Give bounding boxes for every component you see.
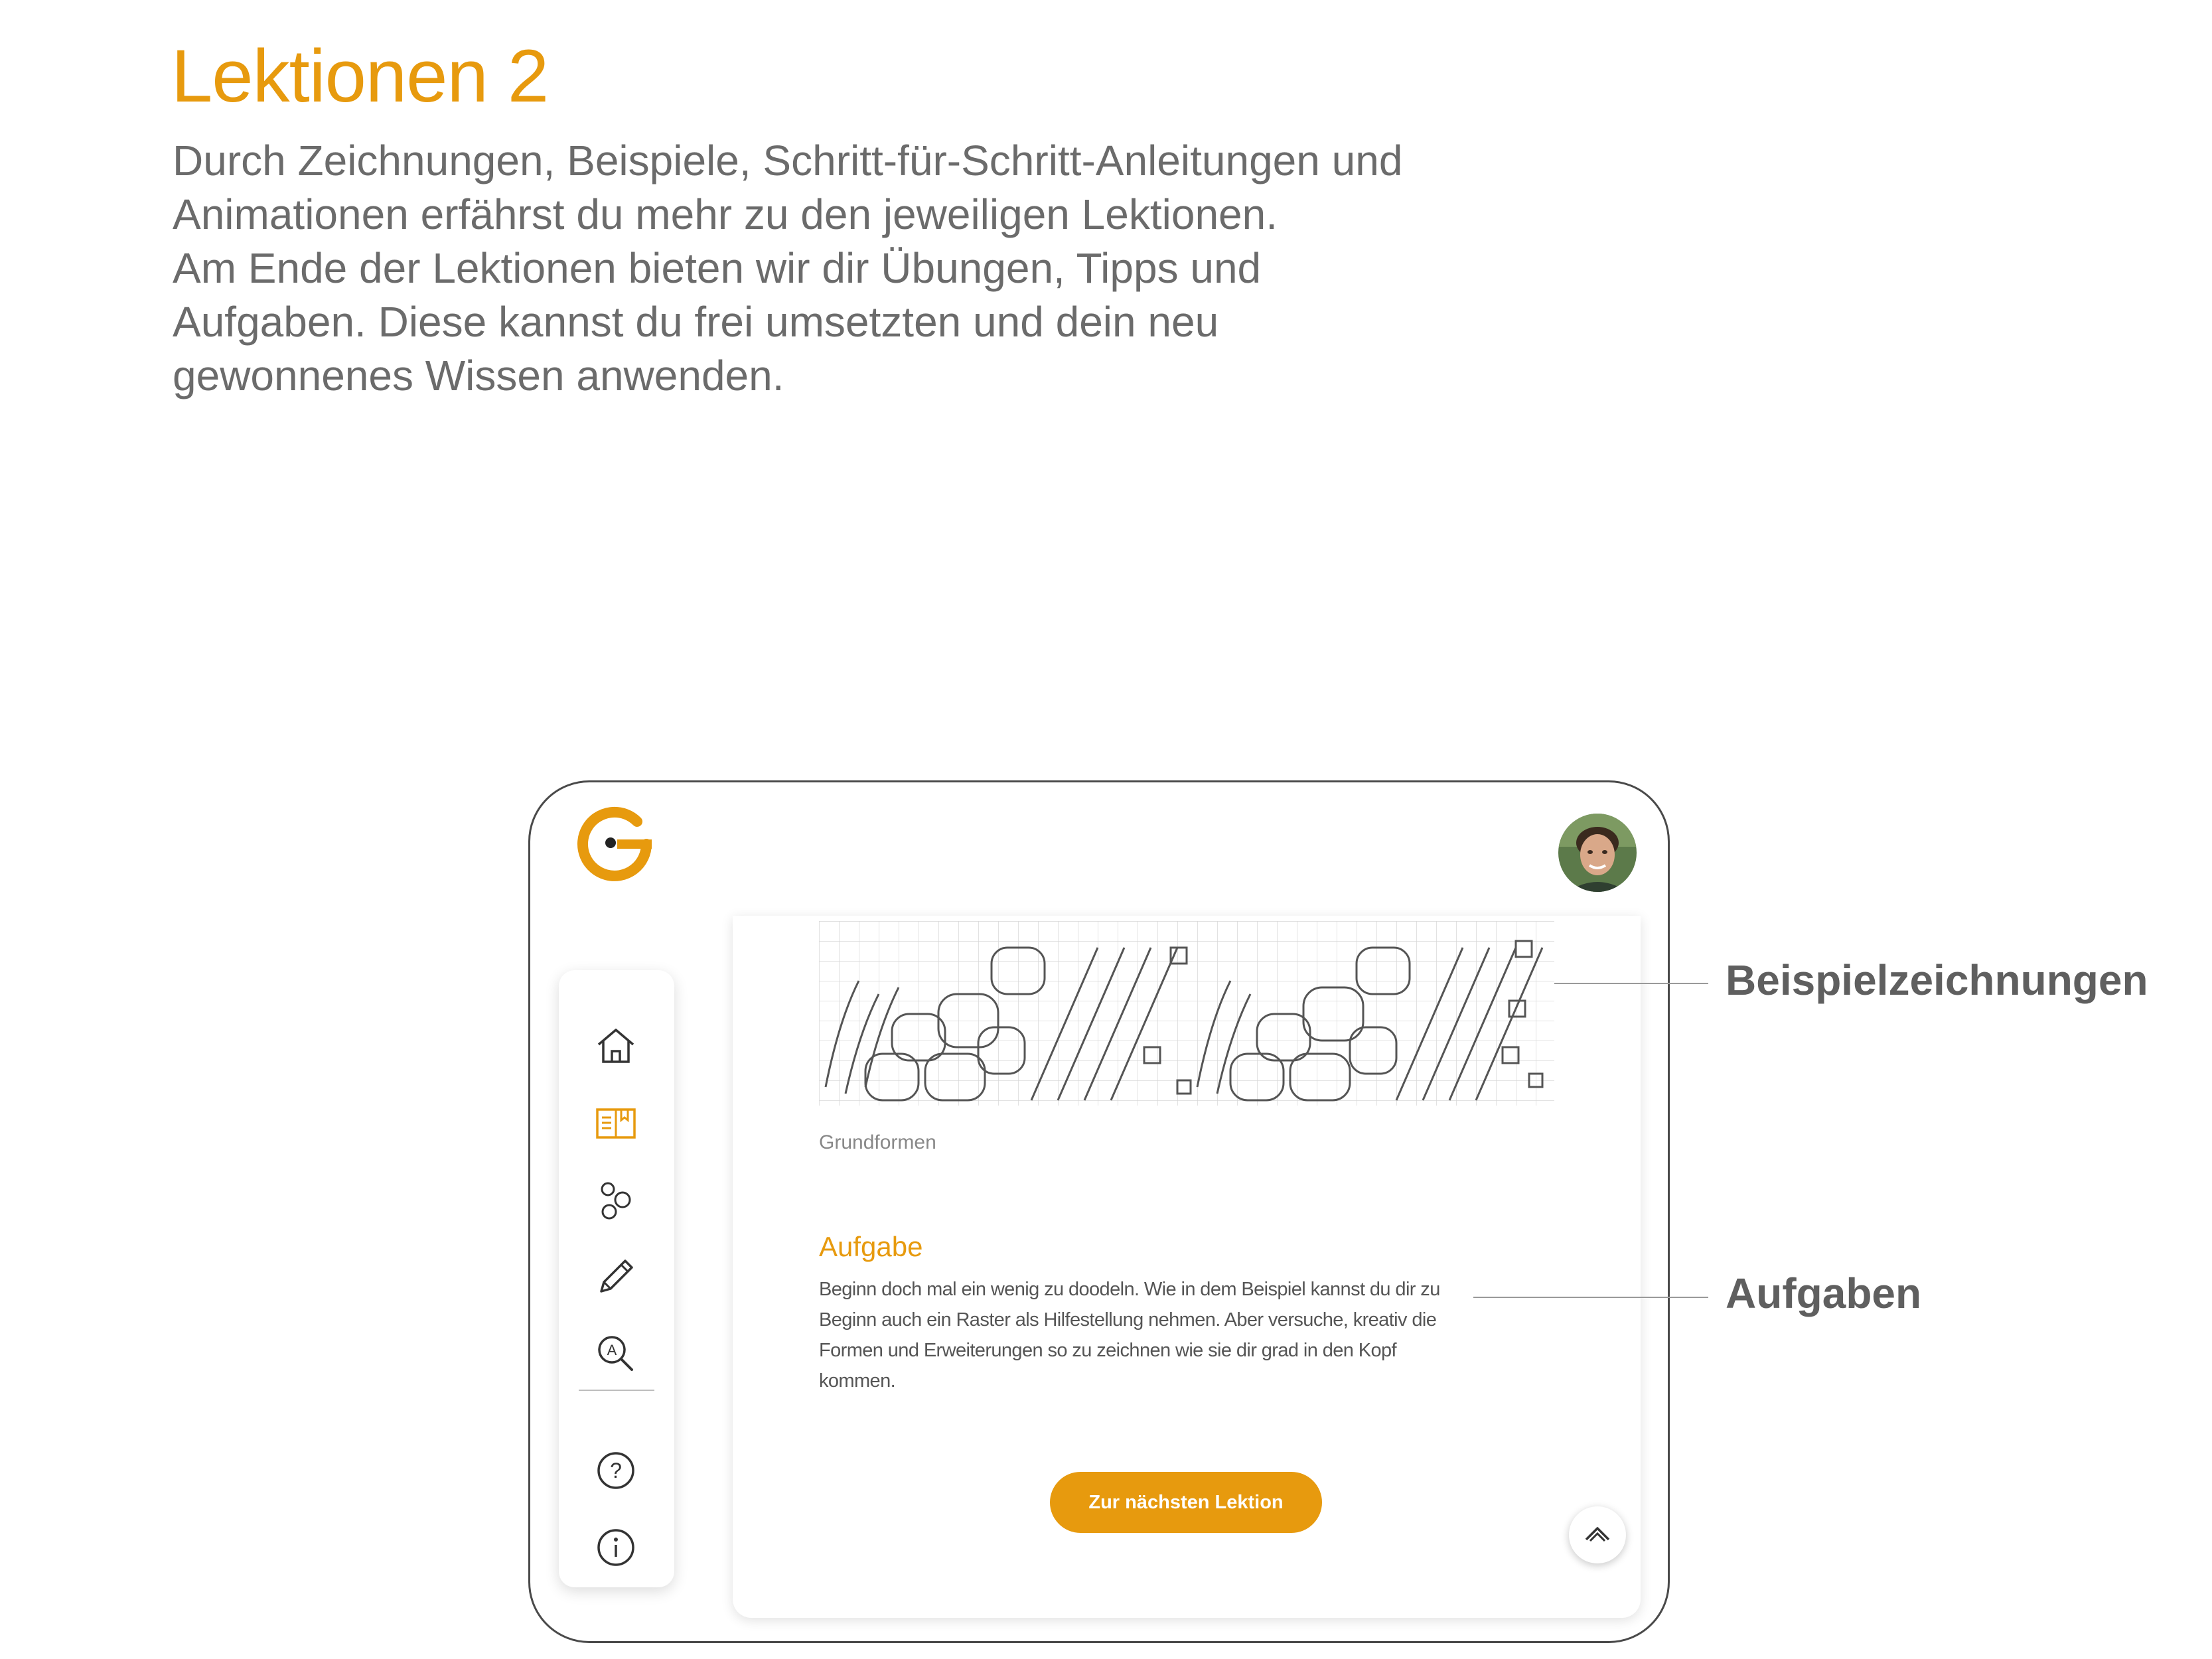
search-letter-icon: A: [598, 1336, 633, 1371]
nav-draw[interactable]: [592, 1253, 640, 1301]
image-caption: Grundformen: [819, 1131, 936, 1153]
nav-shapes[interactable]: [592, 1176, 640, 1224]
intro-text: Durch Zeichnungen, Beispiele, Schritt-fü…: [173, 134, 1434, 403]
help-icon: ?: [597, 1452, 634, 1489]
nav-info[interactable]: [592, 1524, 640, 1571]
nav-help[interactable]: ?: [592, 1447, 640, 1494]
task-text: Beginn doch mal ein wenig zu doodeln. Wi…: [819, 1279, 1440, 1392]
page-title: Lektionen 2: [171, 35, 549, 117]
svg-text:A: A: [607, 1342, 617, 1358]
callout-line-examples: [1554, 983, 1708, 984]
callout-tasks: Aufgaben: [1726, 1269, 1922, 1317]
sidebar-divider: [579, 1390, 654, 1391]
nav-lessons[interactable]: [592, 1099, 640, 1147]
chevron-up-icon: [1585, 1527, 1610, 1542]
nav-home[interactable]: [592, 1022, 640, 1070]
book-icon: [596, 1108, 636, 1139]
svg-text:?: ?: [610, 1459, 622, 1482]
scroll-top-button[interactable]: [1569, 1506, 1626, 1563]
pencil-icon: [600, 1260, 633, 1293]
g-logo-icon[interactable]: [573, 803, 656, 885]
next-lesson-button[interactable]: Zur nächsten Lektion: [1050, 1472, 1322, 1533]
intro-paragraph: Durch Zeichnungen, Beispiele, Schritt-fü…: [173, 137, 1403, 238]
info-icon: [597, 1529, 634, 1566]
callout-line-tasks: [1473, 1297, 1708, 1298]
shapes-icon: [601, 1182, 631, 1220]
example-drawing: [819, 921, 1554, 1106]
task-title: Aufgabe: [819, 1231, 923, 1262]
nav-search[interactable]: A: [592, 1330, 640, 1378]
avatar[interactable]: [1558, 814, 1637, 892]
intro-paragraph: Am Ende der Lektionen bieten wir dir Übu…: [173, 244, 1262, 399]
sidebar: A ?: [559, 970, 674, 1587]
home-icon: [597, 1029, 634, 1063]
callout-examples: Beispielzeichnungen: [1726, 956, 2148, 1004]
